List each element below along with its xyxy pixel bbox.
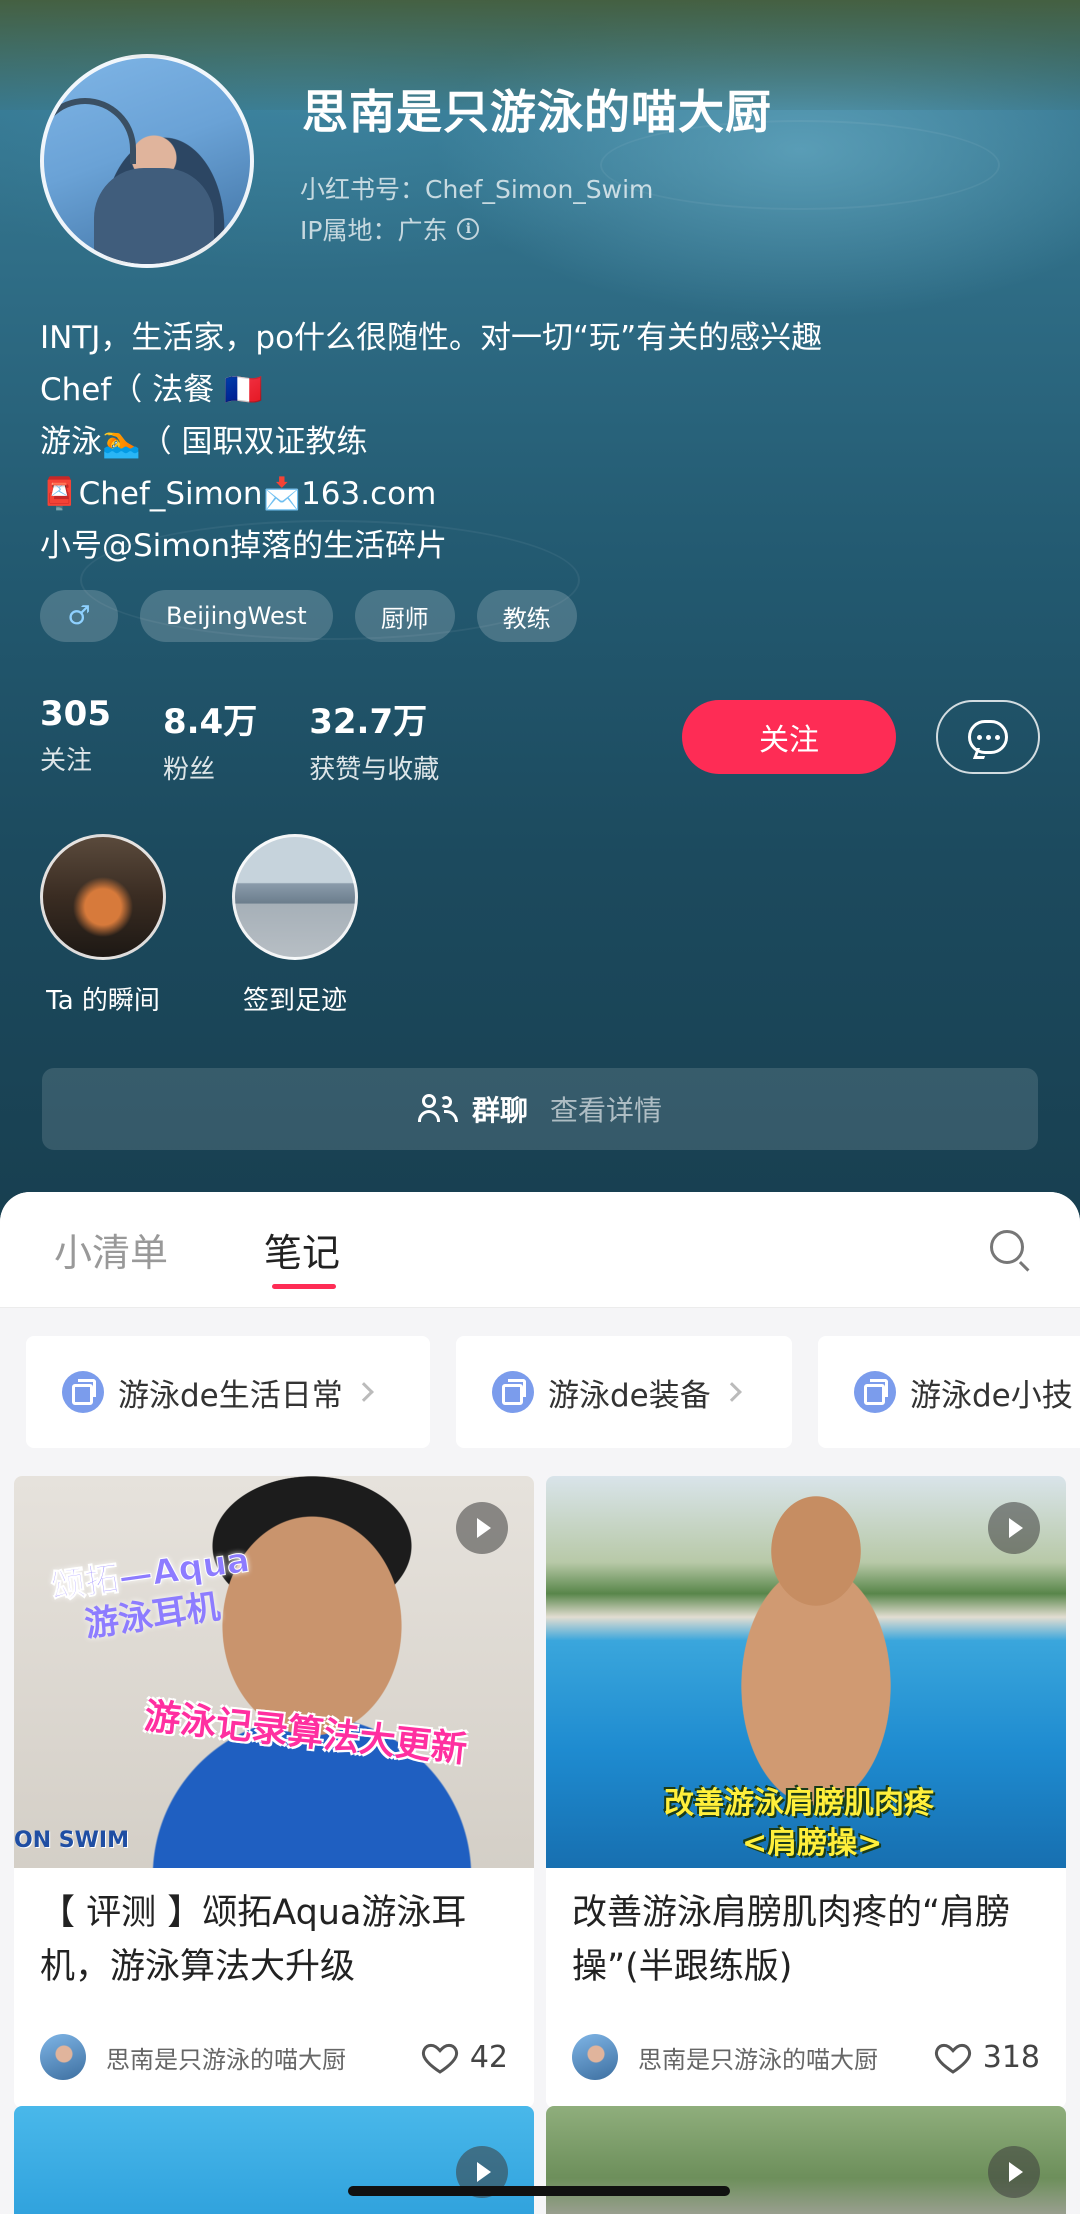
group-chat-detail: 查看详情: [550, 1094, 663, 1127]
like-count: 318: [982, 2039, 1040, 2075]
cover-caption: ON SWIM: [14, 1828, 129, 1853]
profile-name: 思南是只游泳的喵大厨: [302, 85, 772, 139]
play-icon: [988, 1502, 1040, 1554]
collection-chip[interactable]: 游泳de小技: [818, 1336, 1080, 1448]
info-icon[interactable]: i: [457, 218, 480, 240]
note-title: 【 评测 】颂拓Aqua游泳耳机，游泳算法大升级: [40, 1893, 467, 1987]
stat-label: 关注: [40, 746, 93, 776]
content-tabs: 小清单 笔记: [0, 1192, 1080, 1308]
people-icon: [417, 1094, 458, 1124]
chevron-right-icon: [721, 1382, 742, 1402]
cover-caption: 改善游泳肩膀肌肉疼: [664, 1786, 934, 1821]
profile-avatar[interactable]: [40, 54, 254, 268]
profile-bio: INTJ，生活家，po什么很随性。对一切“玩”有关的感兴趣 Chef（ 法餐 🇫…: [40, 312, 1040, 572]
tab-lists[interactable]: 小清单: [54, 1222, 168, 1277]
note-cover: 改善游泳肩膀肌肉疼 <肩膀操>: [546, 1476, 1066, 1868]
checkin-entry[interactable]: 签到足迹: [232, 834, 358, 1017]
content-panel: 小清单 笔记 游泳de生活日常 游泳de装备 游泳de小技 颂拓—Aqua 游泳…: [0, 1192, 1080, 2214]
note-card[interactable]: 改善游泳肩膀肌肉疼 <肩膀操> 改善游泳肩膀肌肉疼的“肩膀操”(半跟练版) 思南…: [546, 1476, 1066, 2108]
active-tab-indicator: [272, 1284, 336, 1289]
message-button[interactable]: [936, 700, 1040, 774]
profile-header: 思南是只游泳的喵大厨 小红书号：Chef_Simon_Swim IP属地：广东 …: [0, 0, 1080, 1230]
collection-icon: [492, 1371, 534, 1413]
note-footer: 思南是只游泳的喵大厨 42: [40, 2034, 508, 2080]
author-avatar: [572, 2034, 618, 2080]
follow-button[interactable]: 关注: [682, 700, 896, 774]
profile-ip-location: IP属地：广东 i: [300, 211, 480, 247]
play-icon: [456, 1502, 508, 1554]
cover-caption: 游泳记录算法大更新: [142, 1696, 469, 1771]
author-name: 思南是只游泳的喵大厨: [106, 2045, 346, 2074]
heart-icon[interactable]: [933, 2037, 973, 2077]
like-count: 42: [469, 2039, 508, 2075]
moments-thumbnail: [40, 834, 166, 960]
note-card[interactable]: [546, 2106, 1066, 2214]
moments-entry[interactable]: Ta 的瞬间: [40, 834, 166, 1017]
stat-followers[interactable]: 8.4万 粉丝: [163, 694, 257, 786]
tag-location: BeijingWest: [140, 590, 333, 642]
heart-icon[interactable]: [420, 2037, 460, 2077]
group-chat-bar[interactable]: 群聊 查看详情: [42, 1068, 1038, 1150]
collections-row: 游泳de生活日常 游泳de装备 游泳de小技: [26, 1336, 1080, 1448]
bio-line: 小号@Simon掉落的生活碎片: [40, 528, 448, 564]
note-title: 改善游泳肩膀肌肉疼的“肩膀操”(半跟练版): [572, 1893, 1011, 1987]
checkin-caption: 签到足迹: [242, 986, 347, 1016]
note-footer: 思南是只游泳的喵大厨 318: [572, 2034, 1040, 2080]
group-chat-title: 群聊: [471, 1094, 528, 1127]
stat-following[interactable]: 305 关注: [40, 694, 111, 786]
note-card[interactable]: [14, 2106, 534, 2214]
gender-tag: ♂: [40, 590, 118, 642]
stat-likes-saves[interactable]: 32.7万 获赞与收藏: [309, 694, 439, 786]
note-cover: 颂拓—Aqua 游泳耳机 游泳记录算法大更新 ON SWIM: [14, 1476, 534, 1868]
stat-value: 8.4万: [162, 702, 258, 742]
collection-label: 游泳de小技: [910, 1377, 1073, 1414]
note-card[interactable]: 颂拓—Aqua 游泳耳机 游泳记录算法大更新 ON SWIM 【 评测 】颂拓A…: [14, 1476, 534, 2108]
collection-chip[interactable]: 游泳de装备: [456, 1336, 792, 1448]
checkin-thumbnail: [232, 834, 358, 960]
author-avatar: [40, 2034, 86, 2080]
collection-icon: [854, 1371, 896, 1413]
ip-location-text: IP属地：广东: [300, 216, 448, 245]
bio-line: Chef（ 法餐 🇫🇷: [40, 372, 263, 408]
stat-label: 粉丝: [162, 755, 215, 785]
tab-notes[interactable]: 笔记: [264, 1222, 340, 1277]
chat-bubble-icon: [968, 720, 1008, 754]
bio-line: INTJ，生活家，po什么很随性。对一切“玩”有关的感兴趣: [40, 320, 823, 356]
collection-icon: [62, 1371, 104, 1413]
collection-label: 游泳de生活日常: [118, 1377, 343, 1414]
profile-tags: ♂ BeijingWest 厨师 教练: [40, 590, 577, 642]
collection-label: 游泳de装备: [548, 1377, 711, 1414]
tag-coach: 教练: [476, 590, 577, 642]
cover-caption: <肩膀操>: [742, 1826, 883, 1861]
profile-id[interactable]: 小红书号：Chef_Simon_Swim: [300, 170, 653, 206]
bio-line: 📮Chef_Simon📩163.com: [40, 476, 437, 512]
collection-chip[interactable]: 游泳de生活日常: [26, 1336, 430, 1448]
moments-caption: Ta 的瞬间: [46, 986, 160, 1016]
search-icon[interactable]: [990, 1230, 1024, 1264]
stat-value: 305: [40, 694, 111, 734]
bio-line: 游泳🏊（ 国职双证教练: [40, 424, 368, 460]
stat-value: 32.7万: [309, 702, 428, 742]
play-icon: [988, 2146, 1040, 2198]
tag-chef: 厨师: [354, 590, 455, 642]
stat-label: 获赞与收藏: [309, 755, 440, 785]
home-indicator[interactable]: [348, 2186, 730, 2196]
author-name: 思南是只游泳的喵大厨: [638, 2045, 878, 2074]
profile-stats: 305 关注 8.4万 粉丝 32.7万 获赞与收藏: [40, 694, 491, 786]
chevron-right-icon: [353, 1382, 374, 1402]
